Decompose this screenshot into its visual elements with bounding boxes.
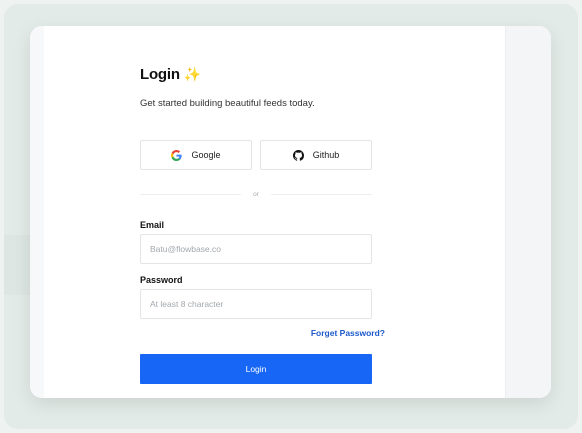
google-login-label: Google [191,150,221,160]
password-field[interactable] [140,289,372,319]
password-label: Password [140,275,183,285]
divider-line-right [270,193,372,195]
google-login-button[interactable]: Google [140,140,252,170]
forgot-password-link[interactable]: Forget Password? [311,328,385,338]
page-title: Login ✨ [140,66,201,83]
sparkle-icon: ✨ [183,66,202,82]
page-subtitle: Get started building beautiful feeds tod… [140,98,315,109]
github-icon [292,149,304,161]
right-side-panel [505,26,551,398]
github-login-button[interactable]: Github [260,140,372,170]
email-label: Email [140,220,165,230]
or-divider: or [140,189,372,199]
login-window: Login ✨ Get started building beautiful f… [30,26,551,398]
email-field[interactable] [140,234,372,264]
divider-line-left [140,193,242,195]
github-login-label: Github [312,150,340,160]
left-side-panel [30,26,44,398]
login-button[interactable]: Login [140,354,372,384]
google-icon [171,149,183,161]
page-title-text: Login [140,66,180,83]
divider-text: or [253,190,259,198]
